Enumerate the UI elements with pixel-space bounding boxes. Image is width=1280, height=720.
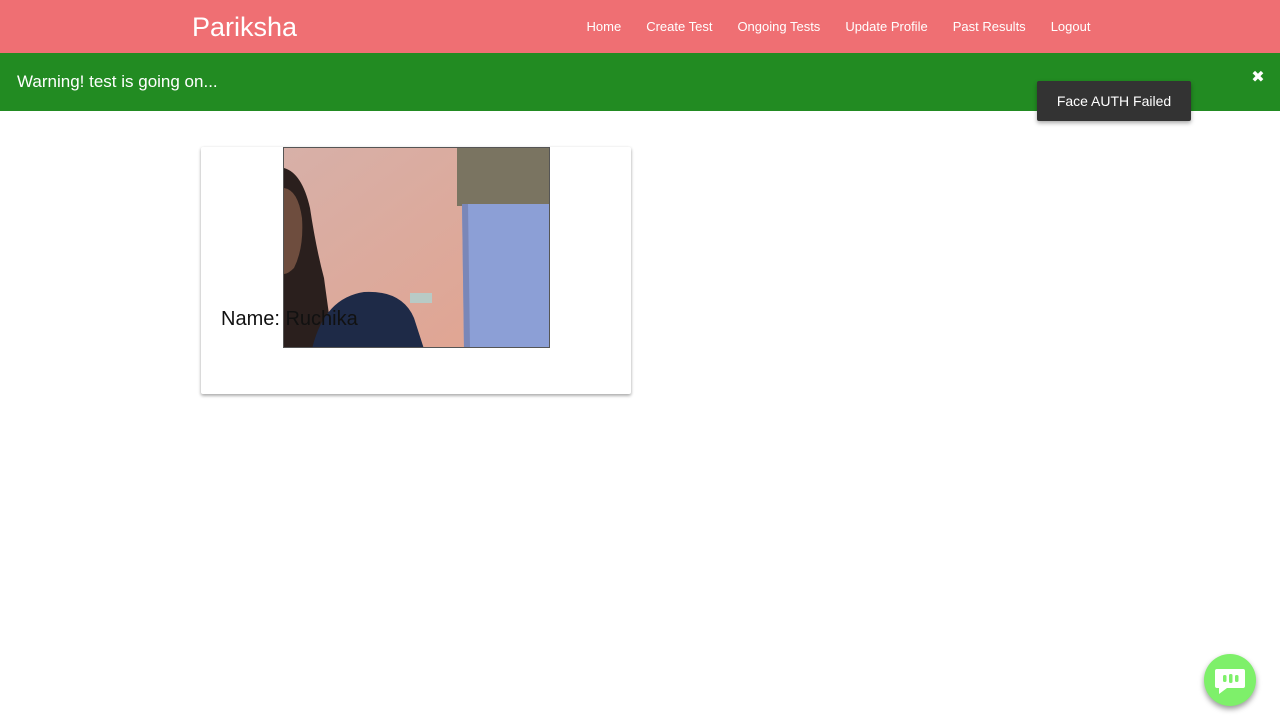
candidate-name: Name: Ruchika xyxy=(221,308,358,330)
navbar: Pariksha Home Create Test Ongoing Tests … xyxy=(0,0,1280,53)
nav-ongoing-tests[interactable]: Ongoing Tests xyxy=(725,0,833,53)
brand-logo[interactable]: Pariksha xyxy=(192,11,297,43)
close-icon[interactable]: ✖ xyxy=(1250,68,1266,88)
nav-links: Home Create Test Ongoing Tests Update Pr… xyxy=(574,0,1103,53)
toast-notification: Face AUTH Failed xyxy=(1037,81,1191,121)
nav-create-test[interactable]: Create Test xyxy=(634,0,725,53)
nav-logout[interactable]: Logout xyxy=(1038,0,1103,53)
nav-update-profile[interactable]: Update Profile xyxy=(833,0,940,53)
nav-home[interactable]: Home xyxy=(574,0,634,53)
chat-icon xyxy=(1215,669,1245,694)
chat-button[interactable] xyxy=(1204,654,1256,706)
nav-past-results[interactable]: Past Results xyxy=(940,0,1038,53)
warning-text: Warning! test is going on... xyxy=(17,72,218,91)
candidate-card: Name: Ruchika xyxy=(201,147,631,394)
